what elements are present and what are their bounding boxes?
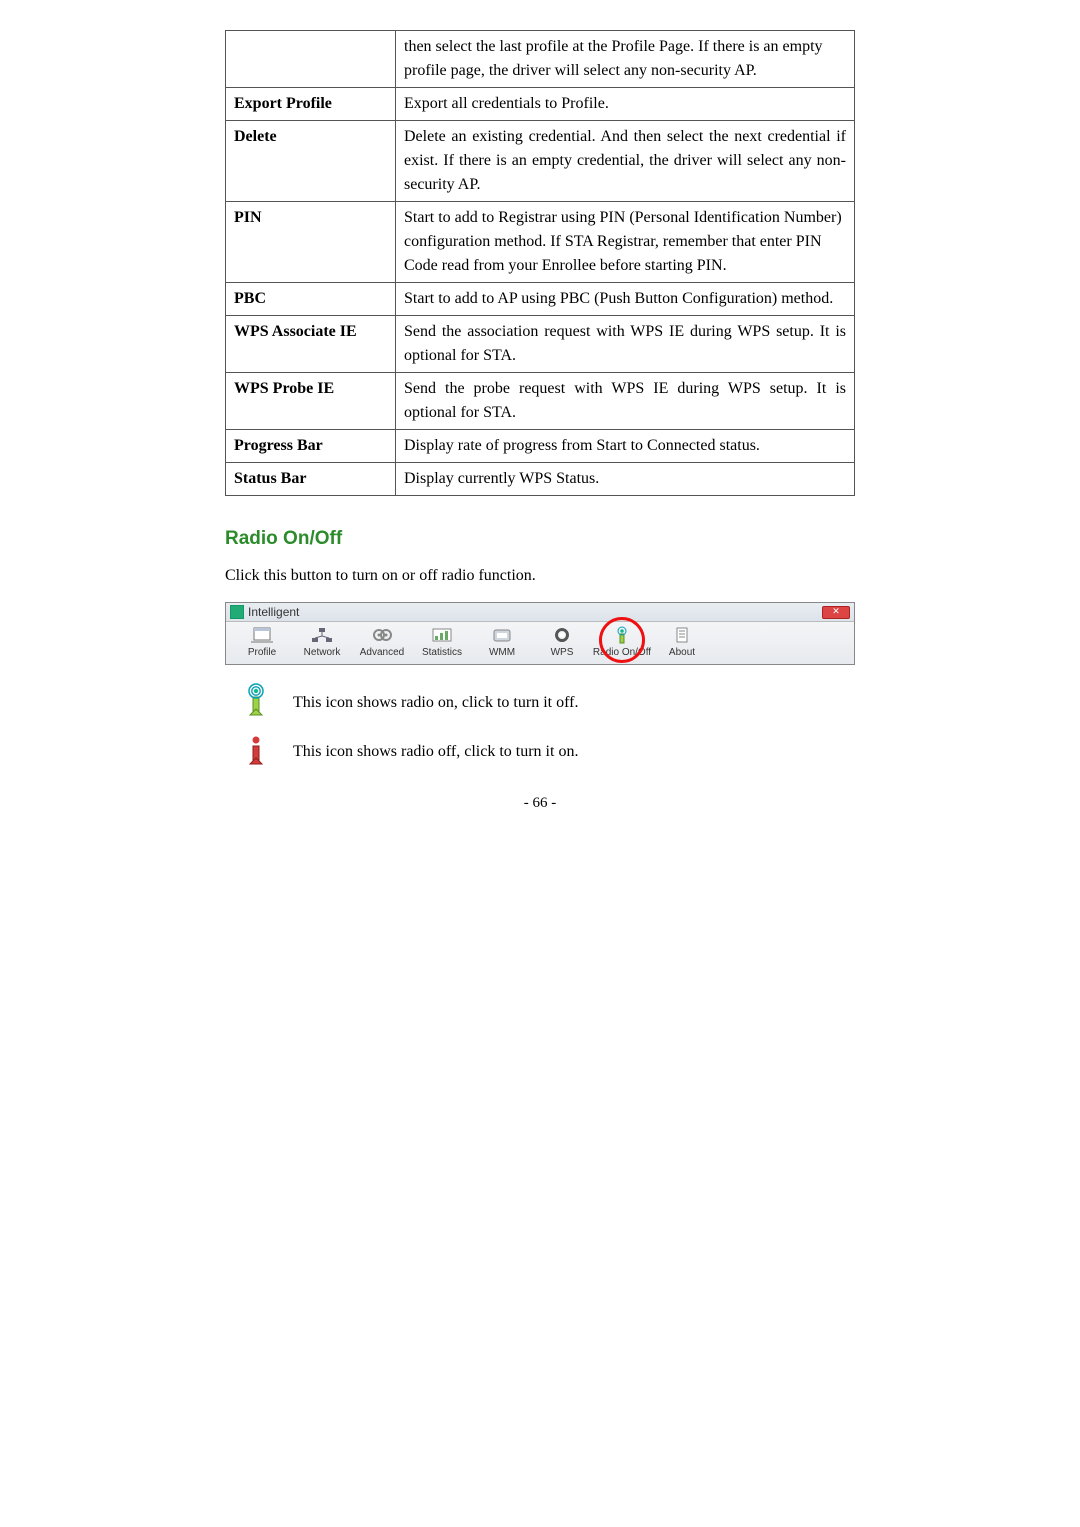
tab-wps[interactable]: WPS	[532, 626, 592, 658]
tab-label: WMM	[489, 647, 515, 658]
description-cell: Send the association request with WPS IE…	[396, 316, 855, 373]
definitions-table: then select the last profile at the Prof…	[225, 30, 855, 496]
tab-label: Radio On/Off	[593, 647, 651, 658]
term-cell	[226, 31, 396, 88]
table-row: Export ProfileExport all credentials to …	[226, 88, 855, 121]
tab-about[interactable]: About	[652, 626, 712, 658]
tab-radio[interactable]: Radio On/Off	[592, 626, 652, 658]
table-row: Progress BarDisplay rate of progress fro…	[226, 430, 855, 463]
term-cell: Delete	[226, 121, 396, 202]
advanced-icon	[369, 626, 395, 644]
term-cell: PBC	[226, 283, 396, 316]
table-row: WPS Probe IESend the probe request with …	[226, 373, 855, 430]
app-window: Intelligent Profile Network Advanced Statis…	[225, 602, 855, 665]
window-title: Intelligent	[248, 605, 299, 619]
network-icon	[309, 626, 335, 644]
tab-wmm[interactable]: WMM	[472, 626, 532, 658]
term-cell: Export Profile	[226, 88, 396, 121]
tab-label: About	[669, 647, 695, 658]
tab-network[interactable]: Network	[292, 626, 352, 658]
description-cell: Start to add to Registrar using PIN (Per…	[396, 202, 855, 283]
radio-off-row: This icon shows radio off, click to turn…	[225, 732, 855, 771]
radio-off-text: This icon shows radio off, click to turn…	[287, 740, 578, 764]
wps-icon	[549, 626, 575, 644]
about-icon	[669, 626, 695, 644]
radio-on-icon	[242, 683, 270, 722]
table-row: Status BarDisplay currently WPS Status.	[226, 463, 855, 496]
page-content: then select the last profile at the Prof…	[225, 30, 855, 812]
tab-profile[interactable]: Profile	[232, 626, 292, 658]
wmm-icon	[489, 626, 515, 644]
term-cell: WPS Probe IE	[226, 373, 396, 430]
radio-on-row: This icon shows radio on, click to turn …	[225, 683, 855, 722]
term-cell: WPS Associate IE	[226, 316, 396, 373]
tab-label: Profile	[248, 647, 276, 658]
table-row: PINStart to add to Registrar using PIN (…	[226, 202, 855, 283]
profile-icon	[249, 626, 275, 644]
radio-on-text: This icon shows radio on, click to turn …	[287, 691, 578, 715]
app-icon	[230, 605, 244, 619]
term-cell: Status Bar	[226, 463, 396, 496]
term-cell: PIN	[226, 202, 396, 283]
page-number: - 66 -	[225, 795, 855, 812]
description-cell: Export all credentials to Profile.	[396, 88, 855, 121]
section-heading-radio: Radio On/Off	[225, 528, 855, 550]
tab-statistics[interactable]: Statistics	[412, 626, 472, 658]
window-toolbar: Profile Network Advanced Statistics WMM WPS Ra…	[226, 622, 854, 664]
tab-label: WPS	[551, 647, 574, 658]
description-cell: Start to add to AP using PBC (Push Butto…	[396, 283, 855, 316]
description-cell: Delete an existing credential. And then …	[396, 121, 855, 202]
tab-label: Advanced	[360, 647, 404, 658]
radio-icon	[609, 626, 635, 644]
table-row: WPS Associate IESend the association req…	[226, 316, 855, 373]
tab-label: Network	[304, 647, 341, 658]
radio-intro-text: Click this button to turn on or off radi…	[225, 564, 855, 588]
table-row: PBCStart to add to AP using PBC (Push Bu…	[226, 283, 855, 316]
term-cell: Progress Bar	[226, 430, 396, 463]
statistics-icon	[429, 626, 455, 644]
description-cell: Send the probe request with WPS IE durin…	[396, 373, 855, 430]
window-titlebar: Intelligent	[226, 603, 854, 622]
tab-advanced[interactable]: Advanced	[352, 626, 412, 658]
table-row: then select the last profile at the Prof…	[226, 31, 855, 88]
table-row: DeleteDelete an existing credential. And…	[226, 121, 855, 202]
definitions-tbody: then select the last profile at the Prof…	[226, 31, 855, 496]
close-button[interactable]	[822, 606, 850, 619]
radio-off-icon	[242, 732, 270, 771]
description-cell: then select the last profile at the Prof…	[396, 31, 855, 88]
tab-label: Statistics	[422, 647, 462, 658]
description-cell: Display rate of progress from Start to C…	[396, 430, 855, 463]
description-cell: Display currently WPS Status.	[396, 463, 855, 496]
